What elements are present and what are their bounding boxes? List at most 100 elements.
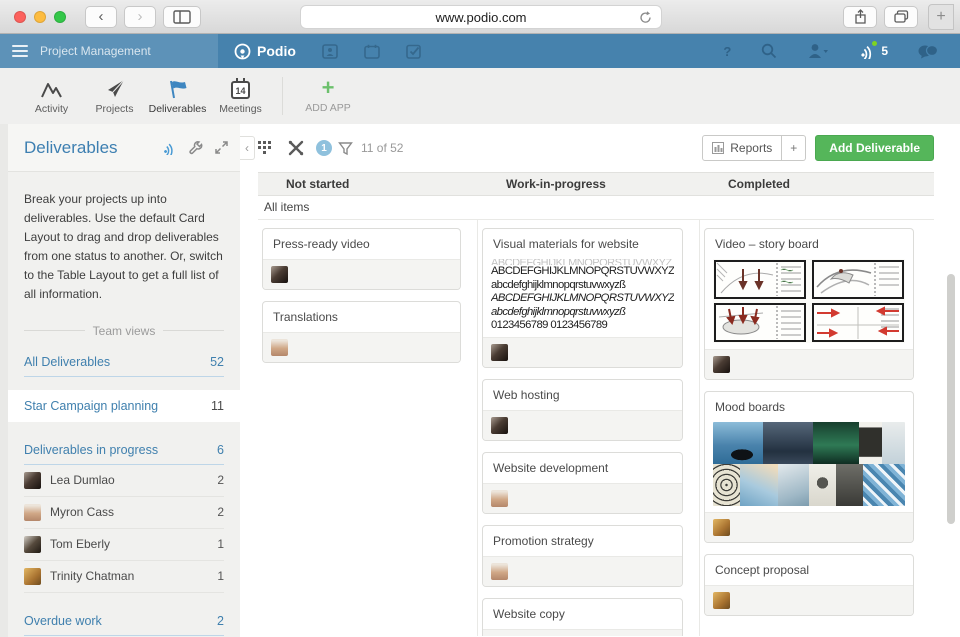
person-row[interactable]: Trinity Chatman 1 xyxy=(24,561,224,593)
tab-deliverables[interactable]: Deliverables xyxy=(146,77,209,115)
deliverable-card[interactable]: Concept proposal xyxy=(704,554,914,616)
person-count: 2 xyxy=(217,505,224,519)
podio-logo-icon xyxy=(234,43,251,60)
assignee-avatar[interactable] xyxy=(713,592,730,609)
close-window-button[interactable] xyxy=(14,11,26,23)
deliverable-card[interactable]: Press-ready video xyxy=(262,228,461,290)
avatar xyxy=(24,536,41,553)
all-items-row[interactable]: All items xyxy=(258,196,934,220)
person-name: Myron Cass xyxy=(50,505,114,519)
reload-icon[interactable] xyxy=(638,10,653,25)
reports-button[interactable]: Reports xyxy=(702,135,782,161)
chat-icon[interactable] xyxy=(918,44,938,59)
account-menu-icon[interactable] xyxy=(807,43,829,59)
podio-home-link[interactable]: Podio xyxy=(234,43,296,60)
assignee-avatar[interactable] xyxy=(491,417,508,434)
app-settings-icon[interactable] xyxy=(288,140,304,156)
assignee-avatar[interactable] xyxy=(713,356,730,373)
person-count: 1 xyxy=(217,569,224,583)
card-title: Web hosting xyxy=(483,380,682,410)
person-row[interactable]: Lea Dumlao 2 xyxy=(24,465,224,497)
search-icon[interactable] xyxy=(761,43,777,59)
view-label: All Deliverables xyxy=(24,355,110,369)
assignee-avatar[interactable] xyxy=(491,344,508,361)
notifications-button[interactable]: 5 xyxy=(859,43,888,59)
view-star-campaign-planning[interactable]: Star Campaign planning 11 xyxy=(8,390,240,422)
person-name: Tom Eberly xyxy=(50,537,110,551)
card-footer xyxy=(483,337,682,367)
tabs-overview-button[interactable] xyxy=(884,6,918,28)
vertical-scrollbar[interactable] xyxy=(947,274,955,524)
podio-top-nav: Project Management Podio xyxy=(0,34,960,68)
card-footer xyxy=(705,585,913,615)
assignee-avatar[interactable] xyxy=(271,266,288,283)
assignee-avatar[interactable] xyxy=(491,563,508,580)
tabs-icon xyxy=(894,10,909,23)
reports-chart-icon xyxy=(712,142,724,154)
tab-projects[interactable]: Projects xyxy=(83,77,146,115)
follow-signal-icon[interactable] xyxy=(162,141,177,155)
new-tab-button[interactable]: + xyxy=(928,4,954,30)
share-button[interactable] xyxy=(843,6,877,28)
assignee-avatar[interactable] xyxy=(271,339,288,356)
view-all-deliverables[interactable]: All Deliverables 52 xyxy=(24,355,224,377)
sidebar-toggle-button[interactable] xyxy=(163,6,201,28)
forward-button[interactable]: › xyxy=(124,6,156,28)
toolbar-divider xyxy=(282,77,283,115)
storyboard-image xyxy=(705,259,913,349)
deliverable-card[interactable]: Video – story board xyxy=(704,228,914,380)
collapse-sidebar-button[interactable]: ‹ xyxy=(240,136,255,160)
zoom-window-button[interactable] xyxy=(54,11,66,23)
board-column-completed: Video – story board xyxy=(700,220,934,636)
avatar xyxy=(24,568,41,585)
add-app-button[interactable]: + ADD APP xyxy=(293,78,363,114)
filter-funnel-icon[interactable] xyxy=(338,141,353,156)
card-footer xyxy=(705,512,913,542)
add-deliverable-button[interactable]: Add Deliverable xyxy=(815,135,934,161)
main-panel: ‹ 1 11 of 52 xyxy=(240,124,960,637)
deliverable-card[interactable]: Translations xyxy=(262,301,461,363)
team-views-divider: Team views xyxy=(24,324,224,338)
add-app-plus-icon: + xyxy=(293,78,363,98)
person-row[interactable]: Tom Eberly 1 xyxy=(24,529,224,561)
specimen-digits: 0123456789 0123456789 xyxy=(491,319,674,333)
deliverable-card[interactable]: Visual materials for website ABCDEFGHIJK… xyxy=(482,228,683,368)
deliverable-card[interactable]: Web hosting xyxy=(482,379,683,441)
board-toolbar: 1 11 of 52 Reports + Add Deliverable xyxy=(258,124,960,172)
minimize-window-button[interactable] xyxy=(34,11,46,23)
view-count: 52 xyxy=(210,355,224,369)
group-deliverables-in-progress[interactable]: Deliverables in progress 6 xyxy=(24,443,224,465)
help-icon[interactable]: ? xyxy=(723,44,731,59)
deliverable-card[interactable]: Website development xyxy=(482,452,683,514)
calendar-icon[interactable] xyxy=(364,44,380,59)
hamburger-icon[interactable] xyxy=(12,42,28,60)
brand-label: Podio xyxy=(257,43,296,59)
reports-label: Reports xyxy=(730,141,772,155)
card-layout-icon[interactable] xyxy=(258,141,272,155)
deliverable-card[interactable]: Promotion strategy xyxy=(482,525,683,587)
filter-count-badge: 1 xyxy=(316,140,332,156)
address-bar[interactable]: www.podio.com xyxy=(300,5,662,29)
tab-activity[interactable]: Activity xyxy=(20,77,83,115)
back-button[interactable]: ‹ xyxy=(85,6,117,28)
person-row[interactable]: Myron Cass 2 xyxy=(24,497,224,529)
wrench-icon[interactable] xyxy=(189,141,203,155)
assignee-avatar[interactable] xyxy=(713,519,730,536)
avatar xyxy=(24,504,41,521)
moodboard-image xyxy=(705,422,913,512)
group-count: 2 xyxy=(217,614,224,628)
contacts-icon[interactable] xyxy=(322,44,338,59)
view-label: Star Campaign planning xyxy=(24,399,158,413)
deliverable-card[interactable]: Website copy xyxy=(482,598,683,636)
deliverable-card[interactable]: Mood boards xyxy=(704,391,914,543)
expand-icon[interactable] xyxy=(215,141,228,154)
meetings-calendar-icon: 14 xyxy=(231,81,250,99)
tasks-icon[interactable] xyxy=(406,44,422,59)
assignee-avatar[interactable] xyxy=(491,490,508,507)
group-overdue-work[interactable]: Overdue work 2 xyxy=(24,614,224,636)
add-report-button[interactable]: + xyxy=(782,135,806,161)
tab-meetings[interactable]: 14 Meetings xyxy=(209,77,272,115)
workspace-switcher[interactable]: Project Management xyxy=(0,34,218,68)
column-header-not-started: Not started xyxy=(258,177,478,191)
workspace-app-toolbar: Activity Projects Deliverables 14 Meetin… xyxy=(0,68,960,124)
